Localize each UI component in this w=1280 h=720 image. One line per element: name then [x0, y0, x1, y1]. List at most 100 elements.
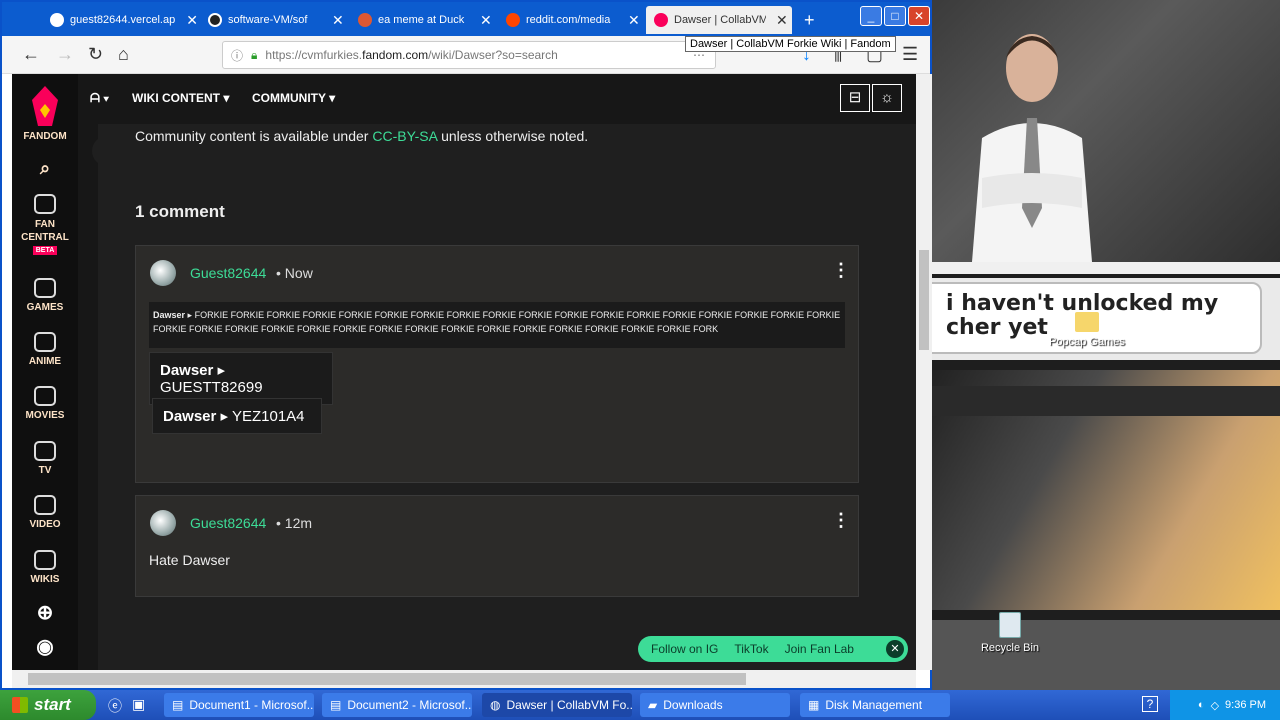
tag-author[interactable]: Dawser	[163, 408, 216, 425]
rail-wikis[interactable]: WIKIS	[12, 550, 78, 585]
tab-guest82644[interactable]: guest82644.vercel.ap ✕	[42, 6, 198, 34]
wiki-home-icon[interactable]: ᗩ ▾	[90, 91, 109, 106]
discussions-icon[interactable]: ⊟	[840, 84, 870, 112]
taskbar-item-disk-management[interactable]: ▦ Disk Management	[800, 693, 950, 717]
anime-icon	[34, 332, 56, 352]
more-options-icon[interactable]: ⋮	[832, 510, 850, 531]
tab-dawser-active[interactable]: Dawser | CollabVM ✕	[646, 6, 792, 34]
reply-tag: Dawser ▸ YEZ101A4	[152, 398, 322, 434]
scrollbar-thumb[interactable]	[919, 250, 929, 350]
taskbar-item-label: Disk Management	[825, 698, 923, 712]
folder-icon	[1075, 312, 1099, 332]
tab-reddit[interactable]: reddit.com/media ✕	[498, 6, 644, 34]
url-text: https://cvmfurkies.fandom.com/wiki/Dawse…	[265, 48, 557, 62]
fandom-label: FANDOM	[23, 131, 67, 142]
desktop-icon-recycle-bin[interactable]: Recycle Bin	[980, 612, 1040, 654]
start-button[interactable]: start	[0, 690, 96, 720]
rail-video[interactable]: VIDEO	[12, 495, 78, 530]
fandom-global-nav: FANDOM ⌕ FAN CENTRAL BETA GAMES ANIME MO…	[12, 74, 78, 670]
wiki-content-menu[interactable]: WIKI CONTENT ▾	[132, 91, 229, 105]
user-icon[interactable]: ◉	[12, 634, 78, 659]
follow-ig-link[interactable]: Follow on IG	[651, 642, 718, 656]
close-icon[interactable]: ✕	[776, 12, 788, 29]
vertical-scrollbar[interactable]	[916, 74, 932, 670]
rail-fan-central[interactable]: FAN CENTRAL BETA	[12, 194, 78, 255]
close-icon[interactable]: ✕	[186, 12, 198, 29]
disk-icon: ▦	[808, 698, 820, 712]
rail-tv-label: TV	[38, 465, 52, 476]
rail-games[interactable]: GAMES	[12, 278, 78, 313]
back-button[interactable]: ←	[22, 44, 40, 65]
fandom-logo-icon	[32, 86, 58, 126]
horizontal-scrollbar[interactable]	[12, 670, 916, 688]
forward-button[interactable]: →	[56, 44, 74, 65]
taskbar-item-document1[interactable]: ▤ Document1 - Microsof...	[164, 693, 314, 717]
quote-author[interactable]: Dawser	[153, 310, 185, 320]
add-icon[interactable]: ⊕	[12, 600, 78, 625]
man-figure	[972, 34, 1092, 262]
comment-body: Hate Dawser	[149, 552, 230, 568]
tag-author[interactable]: Dawser	[160, 362, 213, 379]
search-icon[interactable]: ⌕	[12, 158, 78, 179]
close-window-button[interactable]: ✕	[908, 6, 930, 26]
tab-title: guest82644.vercel.ap	[70, 14, 176, 26]
windows-logo-icon	[12, 697, 28, 713]
url-path: /wiki/Dawser?so=search	[428, 48, 558, 62]
info-icon[interactable]: ⓘ	[231, 47, 243, 64]
home-button[interactable]: ⌂	[118, 44, 129, 65]
tag-text: GUESTT82699	[160, 379, 263, 396]
tab-title: reddit.com/media	[526, 14, 611, 26]
tray-network-icon[interactable]: ◇	[1211, 699, 1219, 712]
tab-software-vm[interactable]: software-VM/sof ✕	[200, 6, 348, 34]
minimize-button[interactable]: _	[860, 6, 882, 26]
avatar[interactable]	[150, 510, 176, 536]
taskbar-item-label: Downloads	[663, 698, 723, 712]
rail-games-label: GAMES	[26, 302, 64, 313]
taskbar-item-firefox[interactable]: ◍ Dawser | CollabVM Fo...	[482, 693, 632, 717]
beta-badge: BETA	[32, 246, 58, 255]
rail-tv[interactable]: TV	[12, 441, 78, 476]
taskbar-item-downloads[interactable]: ▰ Downloads	[640, 693, 790, 717]
close-icon[interactable]: ✕	[480, 12, 492, 29]
folder-icon: ▰	[648, 698, 658, 712]
system-tray: ◐ ◇ 9:36 PM	[1170, 690, 1280, 720]
desktop-icon-popcap-label: Popcap Games	[1049, 336, 1125, 348]
close-icon[interactable]: ✕	[886, 640, 904, 658]
desktop-photo-teacher	[932, 0, 1280, 262]
community-menu[interactable]: COMMUNITY ▾	[252, 91, 335, 105]
url-prefix: https://cvmfurkies.	[265, 48, 363, 62]
globe-icon	[50, 13, 64, 27]
scrollbar-thumb[interactable]	[28, 673, 746, 685]
theme-toggle-icon[interactable]: ☼	[872, 84, 902, 112]
fandom-logo[interactable]: FANDOM	[12, 84, 78, 142]
tab-duckduckgo[interactable]: ea meme at Duck ✕	[350, 6, 496, 34]
browser-window: guest82644.vercel.ap ✕ software-VM/sof ✕…	[0, 0, 932, 690]
comment-card: Guest82644 • Now ⋮ Dawser ▸ FORKIE FORKI…	[135, 245, 859, 483]
rocket-icon	[34, 194, 56, 214]
join-fan-lab-link[interactable]: Join Fan Lab	[785, 642, 854, 656]
menu-icon[interactable]: ☰	[902, 44, 918, 65]
rail-movies[interactable]: MOVIES	[12, 386, 78, 421]
comment-username[interactable]: Guest82644	[190, 265, 266, 281]
recycle-bin-icon	[999, 612, 1021, 638]
tiktok-link[interactable]: TikTok	[734, 642, 768, 656]
help-icon[interactable]: ?	[1142, 696, 1158, 712]
desktop-white-strip	[932, 262, 1280, 274]
show-desktop-icon[interactable]: ▣	[132, 696, 145, 713]
desktop-icon-popcap[interactable]: Popcap Games	[1042, 312, 1132, 348]
comment-username[interactable]: Guest82644	[190, 515, 266, 531]
more-options-icon[interactable]: ⋮	[832, 260, 850, 281]
ie-icon[interactable]: ⓔ	[108, 696, 122, 716]
tray-shield-icon[interactable]: ◐	[1198, 699, 1205, 711]
close-icon[interactable]: ✕	[628, 12, 640, 29]
taskbar-item-document2[interactable]: ▤ Document2 - Microsof...	[322, 693, 472, 717]
avatar[interactable]	[150, 260, 176, 286]
reload-button[interactable]: ↻	[88, 44, 103, 65]
close-icon[interactable]: ✕	[332, 12, 344, 29]
rail-anime[interactable]: ANIME	[12, 332, 78, 367]
url-bar[interactable]: ⓘ 🔒︎ https://cvmfurkies.fandom.com/wiki/…	[222, 41, 716, 69]
community-label: COMMUNITY	[252, 91, 326, 105]
maximize-button[interactable]: □	[884, 6, 906, 26]
new-tab-button[interactable]: +	[796, 6, 815, 34]
license-link[interactable]: CC-BY-SA	[372, 128, 437, 144]
